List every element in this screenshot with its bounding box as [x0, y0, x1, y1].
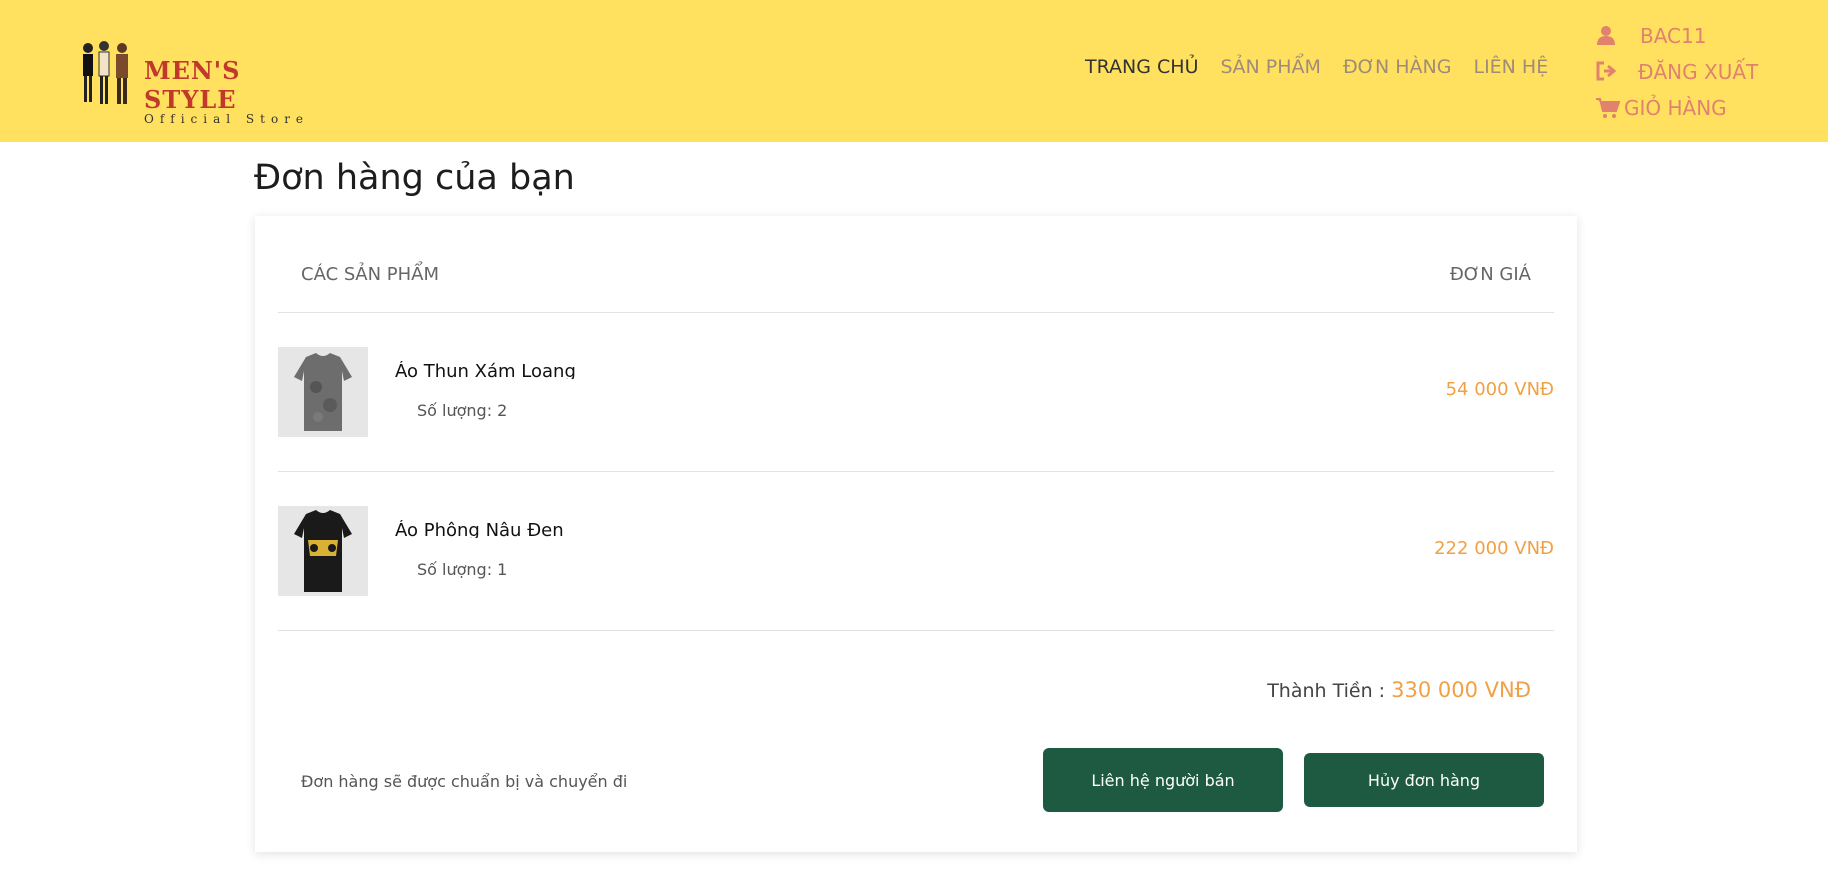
product-name[interactable]: Áo Phông Nâu Đen: [395, 520, 564, 538]
nav-home[interactable]: TRANG CHỦ: [1085, 56, 1198, 78]
logout-icon: [1596, 61, 1620, 83]
order-table-header: CÁC SẢN PHẨM ĐƠN GIÁ: [278, 216, 1554, 313]
tshirt-icon: [278, 347, 368, 437]
nav-orders[interactable]: ĐƠN HÀNG: [1343, 56, 1452, 78]
site-header: MEN'S STYLE Official Store TRANG CHỦ SẢN…: [0, 0, 1828, 142]
total-amount: 330 000 VNĐ: [1391, 678, 1531, 702]
cancel-order-button[interactable]: Hủy đơn hàng: [1304, 753, 1544, 807]
logout-link[interactable]: ĐĂNG XUẤT: [1596, 54, 1758, 90]
tshirt-icon: [278, 506, 368, 596]
logout-label: ĐĂNG XUẤT: [1638, 60, 1759, 84]
user-icon: [1596, 25, 1620, 47]
brand-subtitle: Official Store: [144, 112, 310, 126]
product-name[interactable]: Áo Thun Xám Loang: [395, 361, 576, 379]
column-price-header: ĐƠN GIÁ: [1449, 264, 1531, 285]
brand-title: MEN'S STYLE: [144, 56, 241, 114]
cart-link[interactable]: GIỎ HÀNG: [1596, 90, 1758, 126]
cart-label: GIỎ HÀNG: [1624, 96, 1727, 120]
cart-icon: [1596, 97, 1621, 119]
order-item: Áo Thun Xám Loang Số lượng: 2 54 000 VNĐ: [278, 313, 1554, 472]
order-status-note: Đơn hàng sẽ được chuẩn bị và chuyển đi: [301, 772, 628, 791]
column-products-header: CÁC SẢN PHẨM: [301, 264, 440, 285]
main-nav: TRANG CHỦ SẢN PHẨM ĐƠN HÀNG LIÊN HỆ: [1085, 56, 1548, 78]
order-item: Áo Phông Nâu Đen Số lượng: 1 222 000 VNĐ: [278, 472, 1554, 631]
username-label: BAC11: [1640, 24, 1707, 48]
user-account-link[interactable]: BAC11: [1596, 18, 1758, 54]
page-title: Đơn hàng của bạn: [254, 158, 575, 198]
product-quantity: Số lượng: 1: [417, 560, 508, 579]
order-total: Thành Tiền : 330 000 VNĐ: [1267, 678, 1531, 702]
product-quantity: Số lượng: 2: [417, 401, 508, 420]
total-label: Thành Tiền :: [1267, 680, 1386, 702]
product-price: 54 000 VNĐ: [1445, 379, 1554, 400]
logo-figures-icon: [83, 41, 128, 104]
product-image[interactable]: [278, 347, 368, 437]
product-price: 222 000 VNĐ: [1434, 538, 1554, 559]
nav-products[interactable]: SẢN PHẨM: [1220, 56, 1320, 78]
user-menu: BAC11 ĐĂNG XUẤT GIỎ HÀNG: [1596, 18, 1758, 126]
brand-logo[interactable]: MEN'S STYLE Official Store: [76, 38, 336, 126]
nav-contact[interactable]: LIÊN HỆ: [1473, 56, 1548, 78]
contact-seller-button[interactable]: Liên hệ người bán: [1043, 748, 1283, 812]
order-card: CÁC SẢN PHẨM ĐƠN GIÁ Áo Thun Xám Loang S…: [255, 216, 1577, 852]
product-image[interactable]: [278, 506, 368, 596]
